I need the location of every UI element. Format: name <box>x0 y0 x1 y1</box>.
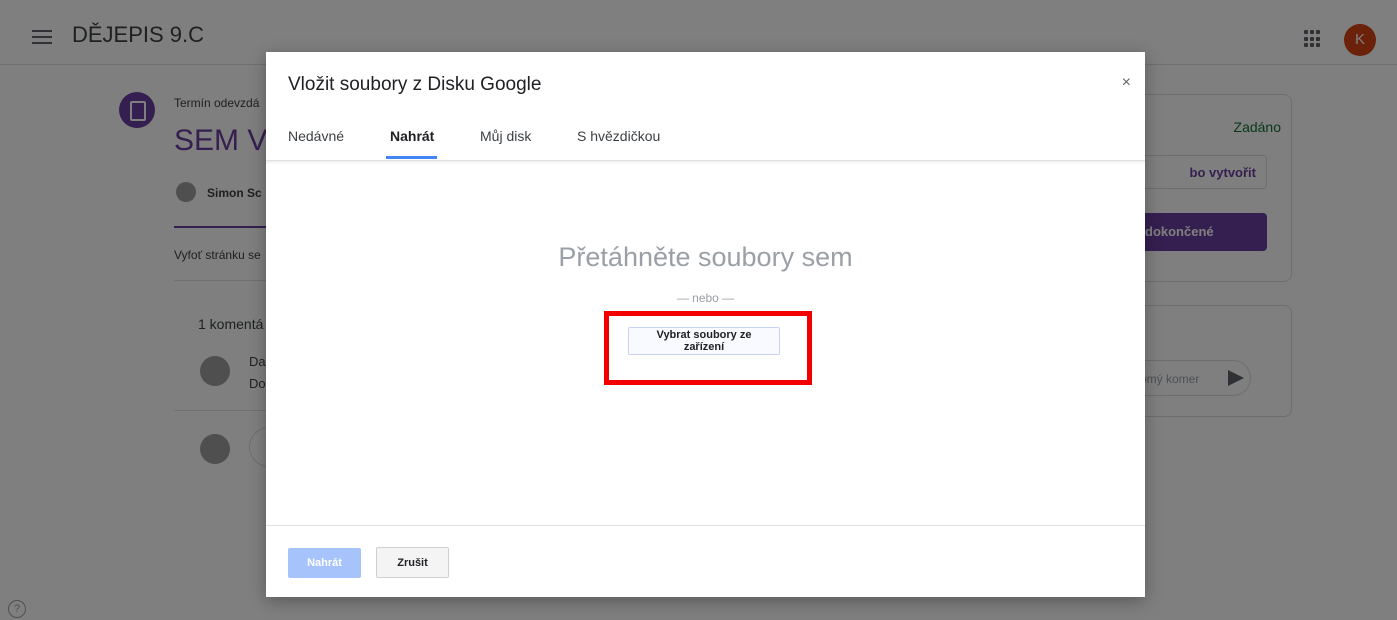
highlight-box <box>604 311 812 385</box>
dialog-footer: Nahrát Zrušit <box>266 525 1145 598</box>
tab-my-drive[interactable]: Můj disk <box>480 128 531 144</box>
cancel-button[interactable]: Zrušit <box>376 547 449 578</box>
tab-bar: Nedávné Nahrát Můj disk S hvězdičkou <box>266 118 1145 161</box>
tab-starred[interactable]: S hvězdičkou <box>577 128 660 144</box>
drop-zone-text: Přetáhněte soubory sem <box>558 242 853 272</box>
tab-upload[interactable]: Nahrát <box>390 128 434 144</box>
tab-recent[interactable]: Nedávné <box>288 128 344 144</box>
active-tab-indicator <box>386 156 437 159</box>
close-icon[interactable]: × <box>1122 74 1131 92</box>
dialog-title: Vložit soubory z Disku Google <box>288 74 542 95</box>
or-separator: — nebo — <box>676 291 735 305</box>
upload-button[interactable]: Nahrát <box>288 548 361 578</box>
